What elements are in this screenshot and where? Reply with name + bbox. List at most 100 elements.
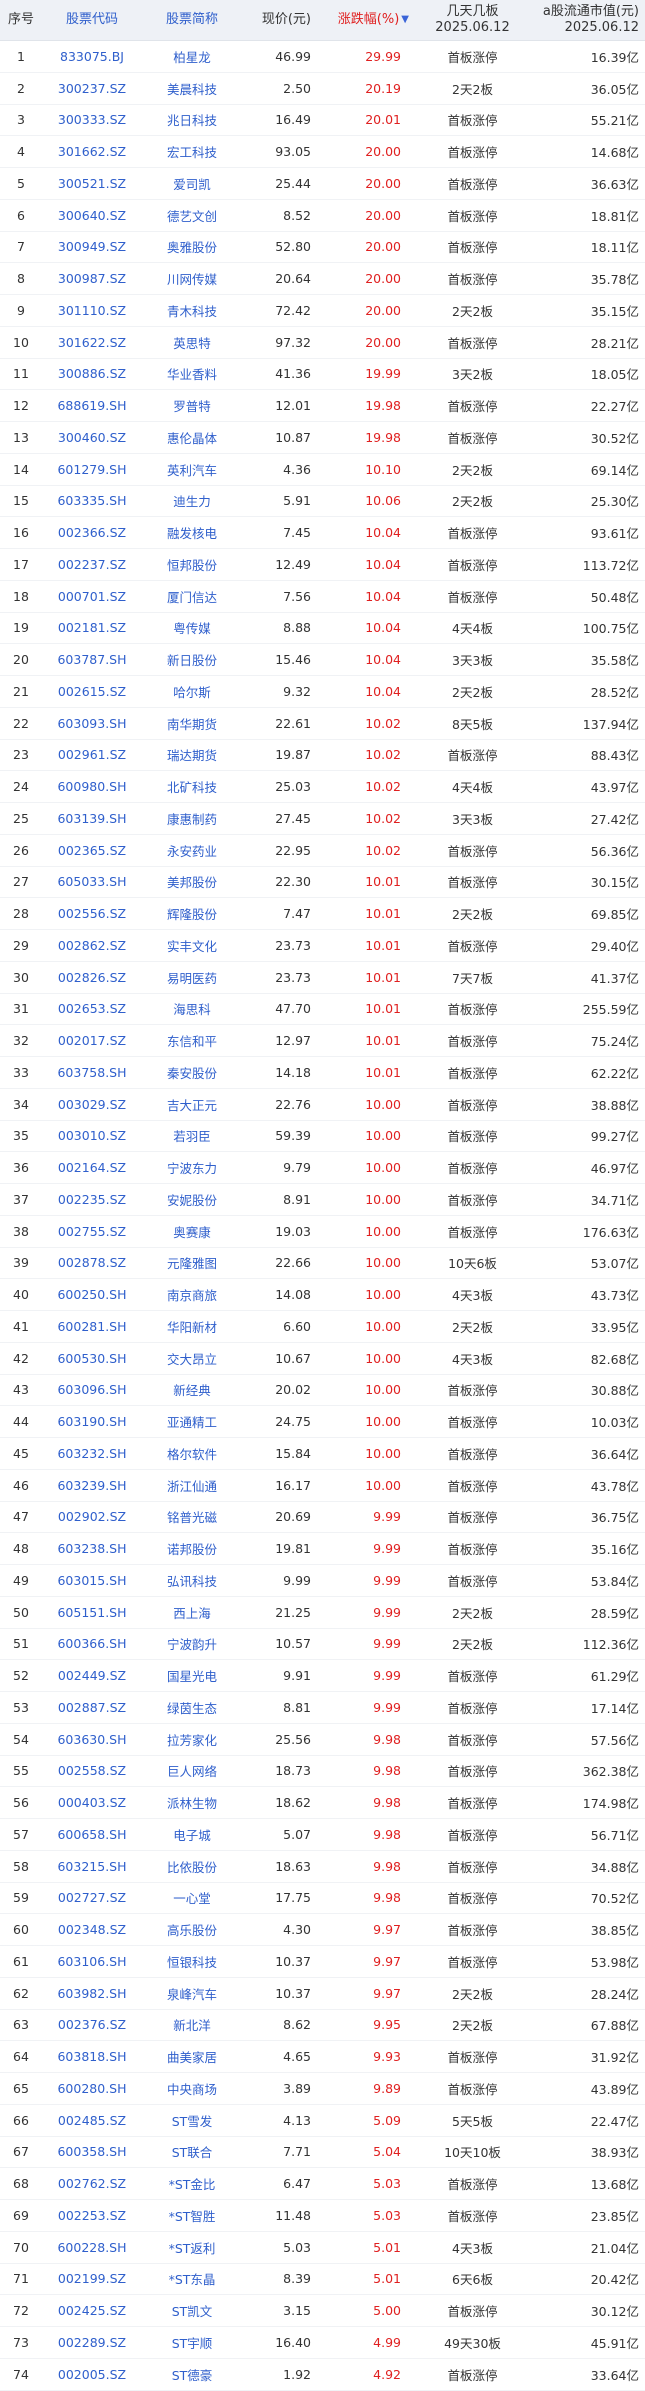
stock-name-link[interactable]: 辉隆股份 [142, 904, 242, 923]
table-row[interactable]: 67 600358.SH ST联合 7.71 5.04 10天10板 38.93亿 [0, 2137, 645, 2169]
table-row[interactable]: 16 002366.SZ 融发核电 7.45 10.04 首板涨停 93.61亿 [0, 517, 645, 549]
stock-code-link[interactable]: 002862.SZ [42, 938, 142, 953]
stock-code-link[interactable]: 002762.SZ [42, 2176, 142, 2191]
stock-code-link[interactable]: 002235.SZ [42, 1192, 142, 1207]
stock-code-link[interactable]: 002887.SZ [42, 1700, 142, 1715]
table-row[interactable]: 5 300521.SZ 爱司凯 25.44 20.00 首板涨停 36.63亿 [0, 168, 645, 200]
stock-name-link[interactable]: *ST返利 [142, 2238, 242, 2257]
stock-code-link[interactable]: 603093.SH [42, 716, 142, 731]
stock-code-link[interactable]: 603190.SH [42, 1414, 142, 1429]
table-row[interactable]: 32 002017.SZ 东信和平 12.97 10.01 首板涨停 75.24亿 [0, 1025, 645, 1057]
stock-name-link[interactable]: 诺邦股份 [142, 1539, 242, 1558]
stock-code-link[interactable]: 603787.SH [42, 652, 142, 667]
stock-name-link[interactable]: 英利汽车 [142, 460, 242, 479]
stock-name-link[interactable]: 迪生力 [142, 491, 242, 510]
stock-code-link[interactable]: 603106.SH [42, 1954, 142, 1969]
stock-name-link[interactable]: 哈尔斯 [142, 682, 242, 701]
stock-name-link[interactable]: 柏星龙 [142, 47, 242, 66]
stock-name-link[interactable]: 恒邦股份 [142, 555, 242, 574]
stock-name-link[interactable]: 曲美家居 [142, 2047, 242, 2066]
stock-name-link[interactable]: 厦门信达 [142, 587, 242, 606]
stock-name-link[interactable]: 宁波韵升 [142, 1634, 242, 1653]
stock-name-link[interactable]: 华阳新材 [142, 1317, 242, 1336]
stock-name-link[interactable]: 元隆雅图 [142, 1253, 242, 1272]
stock-name-link[interactable]: 安妮股份 [142, 1190, 242, 1209]
stock-code-link[interactable]: 300333.SZ [42, 112, 142, 127]
stock-code-link[interactable]: 301662.SZ [42, 144, 142, 159]
stock-code-link[interactable]: 833075.BJ [42, 49, 142, 64]
stock-code-link[interactable]: 603630.SH [42, 1732, 142, 1747]
table-row[interactable]: 58 603215.SH 比依股份 18.63 9.98 首板涨停 34.88亿 [0, 1850, 645, 1883]
stock-name-link[interactable]: 实丰文化 [142, 936, 242, 955]
stock-name-link[interactable]: 海思科 [142, 999, 242, 1018]
stock-name-link[interactable]: 易明医药 [142, 968, 242, 987]
stock-code-link[interactable]: 300886.SZ [42, 366, 142, 381]
stock-name-link[interactable]: 永安药业 [142, 841, 242, 860]
table-row[interactable]: 18 000701.SZ 厦门信达 7.56 10.04 首板涨停 50.48亿 [0, 580, 645, 613]
stock-code-link[interactable]: 603758.SH [42, 1065, 142, 1080]
stock-code-link[interactable]: 002902.SZ [42, 1509, 142, 1524]
table-row[interactable]: 66 002485.SZ ST雪发 4.13 5.09 5天5板 22.47亿 [0, 2104, 645, 2137]
stock-code-link[interactable]: 600366.SH [42, 1636, 142, 1651]
stock-name-link[interactable]: ST德豪 [142, 2365, 242, 2384]
stock-name-link[interactable]: 新经典 [142, 1380, 242, 1399]
table-row[interactable]: 61 603106.SH 恒银科技 10.37 9.97 首板涨停 53.98亿 [0, 1946, 645, 1978]
table-row[interactable]: 25 603139.SH 康惠制药 27.45 10.02 3天3板 27.42亿 [0, 803, 645, 835]
table-row[interactable]: 68 002762.SZ *ST金比 6.47 5.03 首板涨停 13.68亿 [0, 2168, 645, 2200]
stock-code-link[interactable]: 600228.SH [42, 2240, 142, 2255]
stock-code-link[interactable]: 002237.SZ [42, 557, 142, 572]
col-header-boards[interactable]: 几天几板 2025.06.12 [415, 0, 530, 40]
stock-name-link[interactable]: 比依股份 [142, 1857, 242, 1876]
stock-name-link[interactable]: 美晨科技 [142, 79, 242, 98]
stock-name-link[interactable]: 青木科技 [142, 301, 242, 320]
stock-code-link[interactable]: 002615.SZ [42, 684, 142, 699]
stock-name-link[interactable]: 宏工科技 [142, 142, 242, 161]
col-header-change-pct[interactable]: 涨跌幅(%) ▼ [317, 0, 415, 40]
stock-name-link[interactable]: 美邦股份 [142, 872, 242, 891]
table-row[interactable]: 7 300949.SZ 奥雅股份 52.80 20.00 首板涨停 18.11亿 [0, 232, 645, 264]
stock-name-link[interactable]: 新日股份 [142, 650, 242, 669]
stock-name-link[interactable]: 东信和平 [142, 1031, 242, 1050]
stock-name-link[interactable]: ST凯文 [142, 2301, 242, 2320]
table-row[interactable]: 31 002653.SZ 海思科 47.70 10.01 首板涨停 255.59亿 [0, 994, 645, 1026]
table-row[interactable]: 27 605033.SH 美邦股份 22.30 10.01 首板涨停 30.15亿 [0, 867, 645, 899]
stock-name-link[interactable]: 南华期货 [142, 714, 242, 733]
table-row[interactable]: 56 000403.SZ 派林生物 18.62 9.98 首板涨停 174.98亿 [0, 1787, 645, 1819]
stock-code-link[interactable]: 002289.SZ [42, 2335, 142, 2350]
stock-code-link[interactable]: 002199.SZ [42, 2271, 142, 2286]
stock-name-link[interactable]: 新北洋 [142, 2015, 242, 2034]
table-row[interactable]: 74 002005.SZ ST德豪 1.92 4.92 首板涨停 33.64亿 [0, 2358, 645, 2391]
stock-code-link[interactable]: 002653.SZ [42, 1001, 142, 1016]
stock-code-link[interactable]: 002366.SZ [42, 525, 142, 540]
table-row[interactable]: 52 002449.SZ 国星光电 9.91 9.99 首板涨停 61.29亿 [0, 1660, 645, 1692]
stock-name-link[interactable]: 华业香料 [142, 364, 242, 383]
table-row[interactable]: 3 300333.SZ 兆日科技 16.49 20.01 首板涨停 55.21亿 [0, 105, 645, 137]
col-header-price[interactable]: 现价(元) [242, 0, 317, 40]
stock-code-link[interactable]: 605151.SH [42, 1605, 142, 1620]
sort-desc-icon[interactable]: ▼ [401, 12, 409, 28]
table-row[interactable]: 59 002727.SZ 一心堂 17.75 9.98 首板涨停 70.52亿 [0, 1883, 645, 1915]
stock-code-link[interactable]: 002755.SZ [42, 1224, 142, 1239]
table-row[interactable]: 24 600980.SH 北矿科技 25.03 10.02 4天4板 43.97亿 [0, 771, 645, 803]
stock-name-link[interactable]: 格尔软件 [142, 1444, 242, 1463]
table-row[interactable]: 6 300640.SZ 德艺文创 8.52 20.00 首板涨停 18.81亿 [0, 199, 645, 232]
col-header-code[interactable]: 股票代码 [42, 0, 142, 40]
stock-code-link[interactable]: 603139.SH [42, 811, 142, 826]
stock-code-link[interactable]: 603335.SH [42, 493, 142, 508]
table-row[interactable]: 38 002755.SZ 奥赛康 19.03 10.00 首板涨停 176.63亿 [0, 1215, 645, 1248]
stock-code-link[interactable]: 300640.SZ [42, 208, 142, 223]
table-row[interactable]: 64 603818.SH 曲美家居 4.65 9.93 首板涨停 31.92亿 [0, 2041, 645, 2073]
stock-name-link[interactable]: 拉芳家化 [142, 1730, 242, 1749]
table-row[interactable]: 54 603630.SH 拉芳家化 25.56 9.98 首板涨停 57.56亿 [0, 1723, 645, 1756]
stock-name-link[interactable]: ST雪发 [142, 2111, 242, 2130]
table-row[interactable]: 55 002558.SZ 巨人网络 18.73 9.98 首板涨停 362.38亿 [0, 1756, 645, 1788]
table-row[interactable]: 42 600530.SH 交大昂立 10.67 10.00 4天3板 82.68亿 [0, 1342, 645, 1375]
stock-code-link[interactable]: 002961.SZ [42, 747, 142, 762]
stock-name-link[interactable]: 宁波东力 [142, 1158, 242, 1177]
stock-code-link[interactable]: 600980.SH [42, 779, 142, 794]
stock-name-link[interactable]: 惠伦晶体 [142, 428, 242, 447]
stock-name-link[interactable]: 南京商旅 [142, 1285, 242, 1304]
stock-name-link[interactable]: *ST金比 [142, 2174, 242, 2193]
stock-name-link[interactable]: 弘讯科技 [142, 1571, 242, 1590]
table-row[interactable]: 36 002164.SZ 宁波东力 9.79 10.00 首板涨停 46.97亿 [0, 1152, 645, 1184]
